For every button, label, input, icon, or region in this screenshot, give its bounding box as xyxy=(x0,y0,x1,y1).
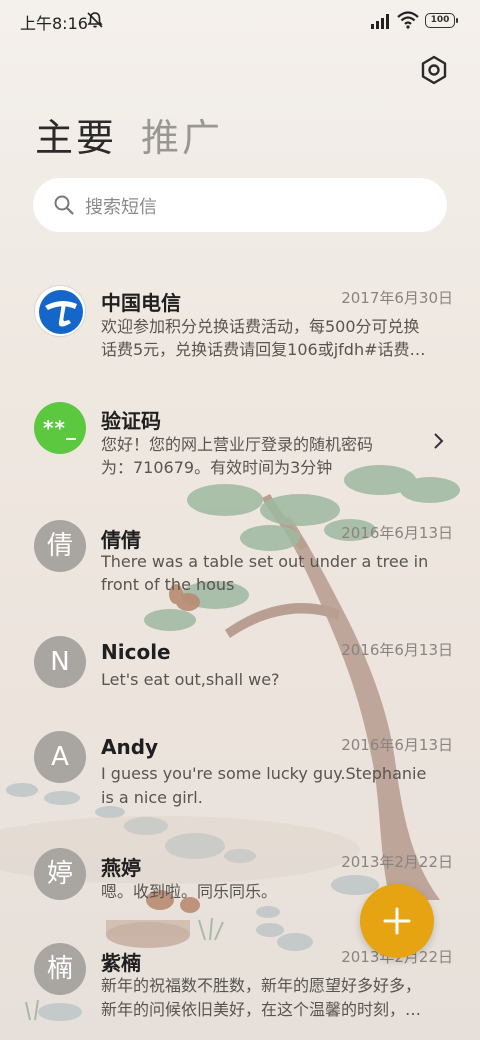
conversation-name: 中国电信 xyxy=(101,291,181,315)
conversation-date: 2016年6月13日 xyxy=(341,736,453,754)
conversation-preview-line: 欢迎参加积分兑换话费活动，每500分可兑换 xyxy=(101,317,420,336)
conversation-date: 2017年6月30日 xyxy=(341,289,453,307)
conversation-preview-line: 您好！您的网上营业厅登录的随机密码 xyxy=(101,435,374,454)
tab-promotions[interactable]: 推广 xyxy=(141,112,223,168)
tab-primary[interactable]: 主要 xyxy=(35,112,117,168)
conversation-name: 紫楠 xyxy=(101,951,141,975)
mute-bell-icon xyxy=(87,12,103,28)
conversation-preview-line: There was a table set out under a tree i… xyxy=(101,552,429,571)
conversation-preview-line: 新年的问候依旧美好，在这个温馨的时刻，… xyxy=(101,1000,422,1019)
search-placeholder: 搜索短信 xyxy=(85,197,157,218)
conversation-preview-line: is a nice girl. xyxy=(101,788,203,807)
conversation-name: Nicole xyxy=(101,640,171,664)
contact-avatar: 楠 xyxy=(34,943,86,995)
new-message-button[interactable] xyxy=(360,884,434,958)
conversation-item[interactable]: 中国电信 2017年6月30日 欢迎参加积分兑换话费活动，每500分可兑换 话费… xyxy=(0,280,480,370)
conversation-item[interactable]: 倩 倩倩 2016年6月13日 There was a table set ou… xyxy=(0,520,480,600)
verification-code-avatar: **_ xyxy=(34,402,86,454)
contact-avatar: N xyxy=(34,636,86,688)
conversation-date: 2016年6月13日 xyxy=(341,641,453,659)
conversation-date: 2013年2月22日 xyxy=(341,853,453,871)
conversation-name: 验证码 xyxy=(101,409,161,433)
conversation-item[interactable]: **_ 验证码 您好！您的网上营业厅登录的随机密码 为：710679。有效时间为… xyxy=(0,402,480,482)
contact-avatar: 倩 xyxy=(34,520,86,572)
conversation-item[interactable]: N Nicole 2016年6月13日 Let's eat out,shall … xyxy=(0,636,480,696)
china-telecom-logo-icon xyxy=(34,285,86,337)
chevron-right-icon[interactable] xyxy=(432,432,446,450)
conversation-name: 倩倩 xyxy=(101,528,141,552)
conversation-preview-line: I guess you're some lucky guy.Stephanie xyxy=(101,764,427,783)
conversation-preview-line: 为：710679。有效时间为3分钟 xyxy=(101,458,333,477)
category-tabs: 主要 推广 xyxy=(35,112,223,168)
conversation-name: Andy xyxy=(101,735,159,759)
search-input[interactable]: 搜索短信 xyxy=(33,178,447,232)
contact-avatar: A xyxy=(34,731,86,783)
battery-indicator: 100 xyxy=(425,13,458,28)
conversation-date: 2016年6月13日 xyxy=(341,524,453,542)
conversation-preview-line: 话费5元，兑换话费请回复106或jfdh#话费… xyxy=(101,340,426,359)
status-bar: 上午8:16 100 xyxy=(0,0,480,40)
contact-avatar: 婷 xyxy=(34,848,86,900)
conversation-preview-line: 新年的祝福数不胜数，新年的愿望好多好多， xyxy=(101,976,422,995)
conversation-preview-line: front of the hous xyxy=(101,575,235,594)
settings-hexagon-icon[interactable] xyxy=(418,54,450,86)
plus-icon xyxy=(383,907,411,935)
wifi-icon xyxy=(397,11,419,29)
conversation-preview-line: Let's eat out,shall we? xyxy=(101,670,280,689)
signal-strength-icon xyxy=(371,14,389,29)
status-time: 上午8:16 xyxy=(20,14,88,33)
conversation-item[interactable]: A Andy 2016年6月13日 I guess you're some lu… xyxy=(0,731,480,811)
search-icon xyxy=(54,195,74,215)
conversation-name: 燕婷 xyxy=(101,856,141,880)
